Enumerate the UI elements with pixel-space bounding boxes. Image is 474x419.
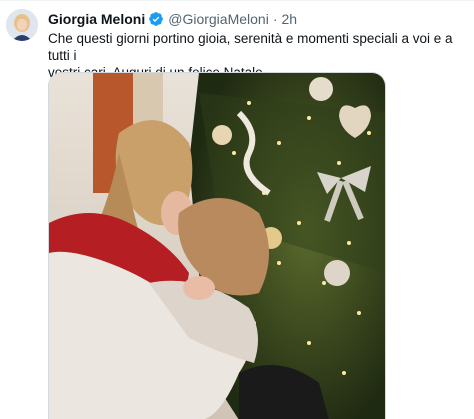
author-name[interactable]: Giorgia Meloni bbox=[48, 11, 145, 27]
verified-badge-icon bbox=[148, 11, 164, 27]
profile-photo-icon bbox=[6, 9, 38, 41]
avatar[interactable] bbox=[6, 9, 38, 41]
tweet-text-line: Che questi giorni portino gioia, serenit… bbox=[48, 31, 453, 63]
top-divider bbox=[0, 0, 474, 1]
author-handle[interactable]: @GiorgiaMeloni bbox=[168, 11, 269, 27]
separator-dot: · bbox=[272, 11, 278, 27]
christmas-tree-hug-photo-icon bbox=[49, 73, 385, 419]
tweet-header: Giorgia Meloni @GiorgiaMeloni · 2h bbox=[48, 10, 297, 28]
tweet-timestamp[interactable]: 2h bbox=[282, 11, 298, 27]
tweet-photo[interactable] bbox=[48, 72, 386, 419]
